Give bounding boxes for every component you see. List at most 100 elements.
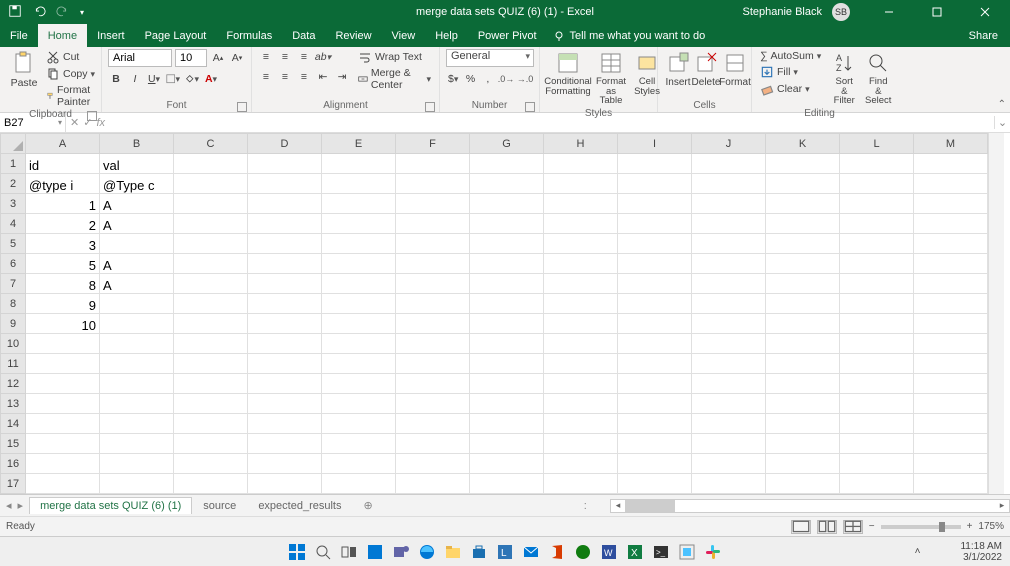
cell[interactable]: A [100,254,174,274]
app-icon-3[interactable] [574,543,592,561]
sheet-tab-expected[interactable]: expected_results [247,497,352,515]
cell[interactable]: 10 [26,314,100,334]
row-header[interactable]: 13 [1,394,26,414]
tab-view[interactable]: View [382,24,426,47]
tab-home[interactable]: Home [38,24,87,47]
cell[interactable] [248,374,322,394]
cell[interactable] [544,314,618,334]
cell[interactable] [470,474,544,494]
increase-decimal-button[interactable]: .0→ [498,71,514,87]
cell[interactable] [100,334,174,354]
cell[interactable] [470,154,544,174]
row-header[interactable]: 10 [1,334,26,354]
font-size-combo[interactable] [175,49,207,67]
cut-button[interactable]: Cut [44,49,98,65]
cell[interactable] [692,454,766,474]
cell[interactable] [248,354,322,374]
taskbar-clock[interactable]: 11:18 AM 3/1/2022 [960,541,1002,563]
cell[interactable] [544,294,618,314]
borders-button[interactable]: ▾ [165,71,181,87]
cell[interactable] [544,154,618,174]
align-left-icon[interactable]: ≡ [258,69,274,85]
sort-filter-button[interactable]: AZSort & Filter [827,49,861,108]
cell[interactable] [248,334,322,354]
cell[interactable] [470,194,544,214]
share-button[interactable]: Share [953,24,1010,47]
cell[interactable] [100,234,174,254]
fx-icon[interactable]: fx [96,117,105,129]
cell[interactable] [914,154,988,174]
tab-power-pivot[interactable]: Power Pivot [468,24,547,47]
cell[interactable] [618,394,692,414]
cell[interactable] [396,234,470,254]
cell[interactable] [322,394,396,414]
cell[interactable] [766,294,840,314]
cell[interactable] [766,214,840,234]
row-header[interactable]: 6 [1,254,26,274]
cell[interactable] [692,274,766,294]
cell[interactable] [174,394,248,414]
taskview-icon[interactable] [340,543,358,561]
cell[interactable]: 1 [26,194,100,214]
row-header[interactable]: 16 [1,454,26,474]
underline-button[interactable]: U▾ [146,71,162,87]
cell[interactable]: id [26,154,100,174]
cell[interactable] [544,274,618,294]
cell[interactable] [174,214,248,234]
sheet-tab-active[interactable]: merge data sets QUIZ (6) (1) [29,497,192,514]
row-header[interactable]: 11 [1,354,26,374]
cell[interactable] [26,394,100,414]
cell[interactable] [396,174,470,194]
cell[interactable] [692,474,766,494]
zoom-in-button[interactable]: + [967,521,973,532]
cell[interactable] [914,214,988,234]
comma-format-button[interactable]: , [481,71,495,87]
cell[interactable] [396,334,470,354]
cell[interactable] [544,354,618,374]
collapse-ribbon-icon[interactable]: ⌃ [998,99,1006,110]
cell[interactable] [396,354,470,374]
cell[interactable] [100,314,174,334]
cell[interactable] [470,294,544,314]
cell[interactable] [692,294,766,314]
slack-icon[interactable] [704,543,722,561]
cell[interactable] [618,214,692,234]
cell[interactable] [914,174,988,194]
cell[interactable] [470,454,544,474]
cell[interactable] [766,154,840,174]
cell[interactable] [470,174,544,194]
cell[interactable] [470,414,544,434]
cell[interactable] [914,314,988,334]
cell[interactable] [174,274,248,294]
cell[interactable]: 9 [26,294,100,314]
decrease-font-icon[interactable]: A▾ [229,50,245,66]
column-header[interactable]: G [470,134,544,154]
save-icon[interactable] [8,4,22,21]
increase-font-icon[interactable]: A▴ [210,50,226,66]
cell[interactable] [396,254,470,274]
cell[interactable] [248,154,322,174]
cell[interactable] [322,474,396,494]
terminal-icon[interactable]: >_ [652,543,670,561]
office-icon[interactable] [548,543,566,561]
cell[interactable] [396,214,470,234]
cell[interactable] [174,154,248,174]
cell[interactable] [322,454,396,474]
cell[interactable] [100,454,174,474]
cell[interactable]: A [100,274,174,294]
row-header[interactable]: 8 [1,294,26,314]
cell[interactable] [470,274,544,294]
store-icon[interactable] [470,543,488,561]
redo-icon[interactable] [56,4,70,21]
percent-format-button[interactable]: % [463,71,477,87]
cell[interactable] [618,474,692,494]
start-icon[interactable] [288,543,306,561]
fill-color-button[interactable]: ▾ [184,71,200,87]
cell[interactable] [322,174,396,194]
cell[interactable] [26,474,100,494]
sheet-nav-prev-icon[interactable]: ◂ [6,499,12,512]
cell[interactable] [544,454,618,474]
cell[interactable] [248,434,322,454]
cell[interactable] [766,194,840,214]
teams-icon[interactable] [392,543,410,561]
